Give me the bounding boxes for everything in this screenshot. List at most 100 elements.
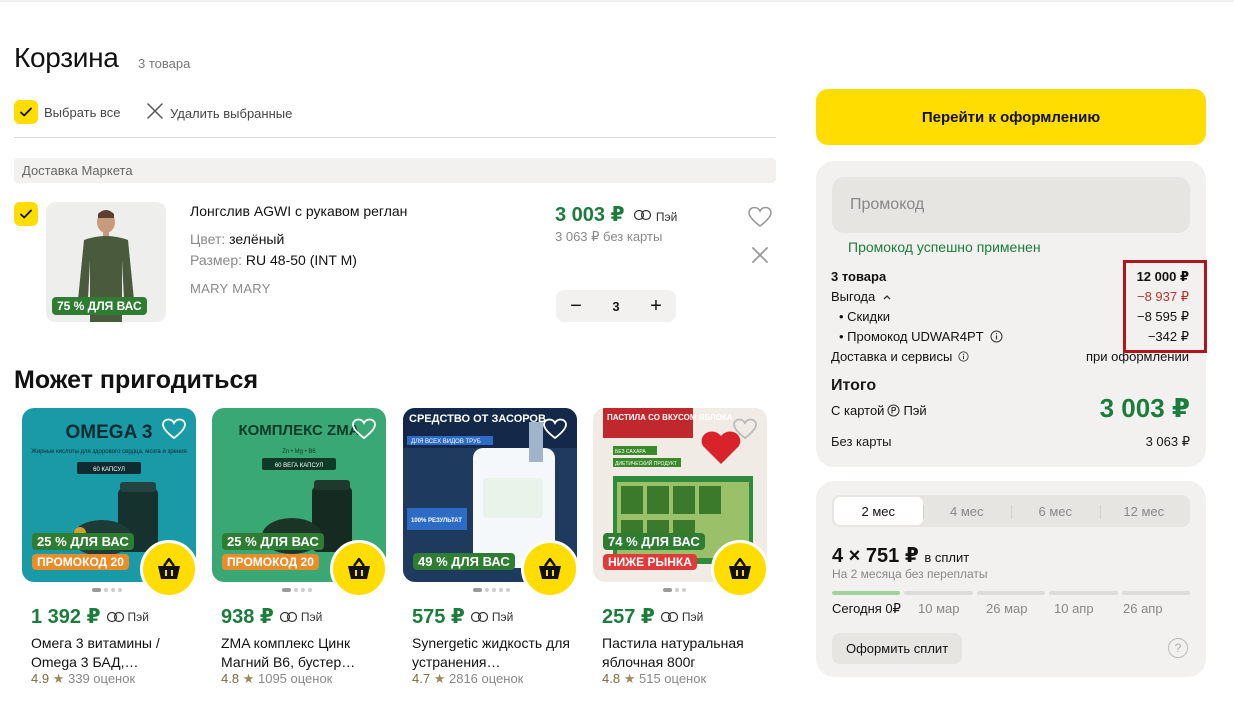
delete-selected-button[interactable]: Удалить выбранные [146,102,292,125]
promo-tag: ПРОМОКОД 20 [222,554,319,570]
chevron-up-icon [883,295,891,300]
favorite-heart-icon[interactable] [748,206,772,233]
image-pagination-dots [473,588,510,592]
reviews-count: 339 оценок [67,671,136,686]
favorite-heart-icon[interactable] [162,418,186,445]
card-price: 938 ₽ Пэй [221,604,322,629]
tab-2-months[interactable]: 2 мес [834,497,923,525]
select-all-label: Выбрать все [44,104,121,120]
checkmark-icon [14,100,38,124]
yandex-pay-icon [470,611,488,623]
basket-icon [158,557,180,579]
without-card-label: Без карты [831,434,892,449]
tab-6-months[interactable]: 6 мес [1011,497,1100,525]
checkout-button[interactable]: Перейти к оформлению [816,89,1206,145]
svg-text:БЕЗ САХАРА: БЕЗ САХАРА [615,449,646,455]
with-card-label: С картой Пэй [831,403,927,418]
item-checkbox[interactable] [14,202,38,226]
price-value: 3 003 ₽ [555,204,625,226]
split-period-tabs: 2 мес 4 мес 6 мес 12 мес [832,495,1190,527]
pay-badge: Пэй [660,610,703,624]
svg-text:100% РЕЗУЛЬТАТ: 100% РЕЗУЛЬТАТ [411,518,462,524]
favorite-heart-icon[interactable] [543,418,567,445]
split-schedule-bars [832,591,1191,595]
product-title[interactable]: Лонгслив AGWI с рукавом реглан [190,203,407,219]
product-color: Цвет: зелёный [190,231,284,247]
svg-text:СРЕДСТВО ОТ ЗАСОРОВ: СРЕДСТВО ОТ ЗАСОРОВ [409,413,546,425]
split-schedule-dates: Сегодня 0₽ 10 мар 26 мар 10 апр 26 апр [832,601,1190,617]
promo-success-message: Промокод успешно применен [848,239,1041,255]
discount-tag: 25 % ДЛЯ ВАС [32,533,134,550]
svg-text:Zn • Mg • B6: Zn • Mg • B6 [282,449,316,455]
delete-selected-label: Удалить выбранные [170,106,293,121]
split-date: 10 мар [918,601,960,616]
svg-text:ДИЕТИЧЕСКИЙ ПРОДУКТ: ДИЕТИЧЕСКИЙ ПРОДУКТ [615,459,677,467]
tab-4-months[interactable]: 4 мес [922,497,1012,525]
svg-text:КОМПЛЕКС ZMA: КОМПЛЕКС ZMA [238,422,359,439]
checkmark-icon [14,202,38,226]
add-to-cart-basket-button[interactable] [330,540,388,598]
tab-12-months[interactable]: 12 мес [1099,497,1189,525]
remove-item-close-icon[interactable] [750,245,770,270]
card-product-name[interactable]: Synergetic жидкость для устранения… [412,634,577,672]
card-product-name[interactable]: ZMA комплекс Цинк Магний B6, бустер… [221,634,386,672]
svg-text:ПАСТИЛА СО ВКУСОМ ЯБЛОКА: ПАСТИЛА СО ВКУСОМ ЯБЛОКА [607,413,733,422]
decrement-button[interactable]: − [568,295,584,318]
pay-label: Пэй [127,610,149,624]
yandex-pay-icon [106,611,124,623]
discount-badge: 75 % ДЛЯ ВАС [52,297,147,315]
size-label: Размер: [190,252,243,268]
benefit-label-group: Выгода [831,289,892,305]
reviews-count: 515 оценок [638,671,707,686]
card-rating: 4.8 ★ 515 оценок [602,671,706,687]
select-all-checkbox[interactable]: Выбрать все [14,100,120,124]
card-price: 257 ₽ Пэй [602,604,703,629]
help-icon[interactable]: ? [1168,638,1188,658]
star-icon: ★ [52,671,65,686]
add-to-cart-basket-button[interactable] [521,540,579,598]
card-rating: 4.8 ★ 1095 оценок [221,671,332,687]
info-icon[interactable] [990,330,1003,343]
increment-button[interactable]: + [648,295,664,318]
delivery-group-header: Доставка Маркета [14,158,776,183]
add-to-cart-basket-button[interactable] [711,540,769,598]
split-checkout-button[interactable]: Оформить сплит [832,633,963,664]
split-date: Сегодня 0₽ [832,601,901,616]
basket-icon [729,557,751,579]
basket-icon [348,557,370,579]
benefit-label: Выгода [831,289,876,304]
svg-text:ДЛЯ ВСЕХ ВИДОВ ТРУБ: ДЛЯ ВСЕХ ВИДОВ ТРУБ [411,439,481,445]
with-card-text: С картой [831,403,885,418]
product-brand[interactable]: MARY MARY [190,281,271,296]
rating-value: 4.9 [31,671,50,686]
add-to-cart-basket-button[interactable] [140,540,198,598]
close-icon [146,102,164,125]
card-product-name[interactable]: Омега 3 витамины / Omega 3 БАД,… [31,634,196,672]
highlight-box [1123,260,1207,353]
reviews-count: 2816 оценок [448,671,524,686]
info-icon[interactable] [958,351,969,362]
favorite-heart-icon[interactable] [352,418,376,445]
top-border [0,0,1234,2]
without-card-value: 3 063 ₽ [1145,434,1190,449]
split-subtitle: На 2 месяца без переплаты [832,567,988,581]
star-icon: ★ [242,671,255,686]
split-amount: 4 × 751 ₽ в сплит [832,543,969,568]
pay-label: Пэй [681,610,704,624]
image-pagination-dots [282,588,312,592]
pay-badge: Пэй [633,209,678,224]
favorite-heart-icon[interactable] [733,418,757,445]
card-product-name[interactable]: Пастила натуральная яблочная 800г [602,634,767,672]
card-rating: 4.7 ★ 2816 оценок [412,671,523,687]
promo-code-input[interactable] [832,177,1190,233]
split-date: 26 мар [986,601,1028,616]
card-price-value: 257 ₽ [602,606,655,628]
image-pagination-dots [92,588,122,592]
delivery-label-group: Доставка и сервисы [831,349,969,364]
page-title: Корзина [14,42,119,73]
pay-label: Пэй [655,210,678,224]
price-without-card: 3 063 ₽ без карты [555,229,663,244]
split-payment-panel: 2 мес 4 мес 6 мес 12 мес 4 × 751 ₽ в спл… [816,481,1206,677]
pay-badge: Пэй [106,610,149,624]
image-pagination-dots [663,588,686,592]
